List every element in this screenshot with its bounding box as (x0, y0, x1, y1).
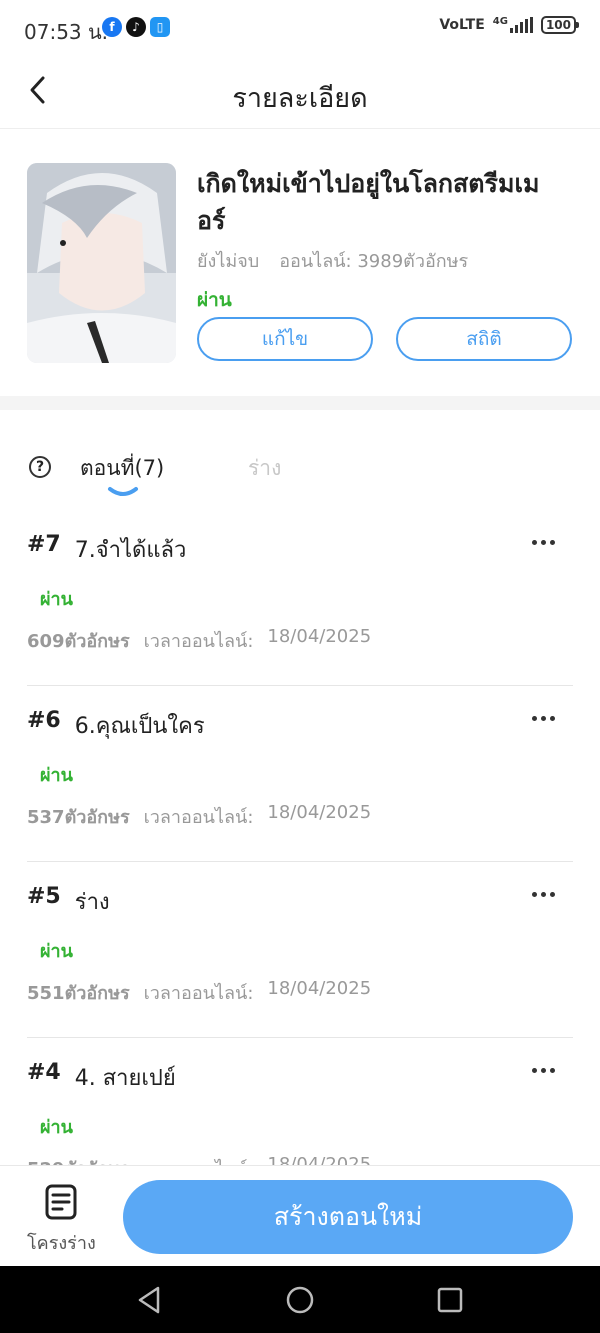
book-status: ยังไม่จบ (197, 251, 260, 272)
bottom-action-bar: โครงร่าง สร้างตอนใหม่ (0, 1165, 600, 1267)
tiktok-icon: ♪ (126, 17, 146, 37)
episode-words: 529ตัวอักษร (27, 1154, 130, 1165)
episode-title: ร่าง (74, 890, 110, 915)
episode-words: 537ตัวอักษร (27, 807, 130, 828)
more-icon[interactable] (526, 882, 560, 906)
book-cover[interactable] (27, 163, 176, 363)
signal-icon (509, 17, 533, 33)
episode-date: 18/04/2025 (267, 802, 372, 823)
episode-date: 18/04/2025 (267, 978, 372, 999)
document-icon (45, 1184, 77, 1220)
volte-label: VoLTE (439, 17, 485, 33)
book-meta: ยังไม่จบ ออนไลน์: 3989ตัวอักษร (197, 246, 468, 275)
review-status: ผ่าน (197, 289, 232, 311)
book-title: เกิดใหม่เข้าไปอยู่ในโลกสตรีมเมอร์ (197, 169, 540, 235)
list-item[interactable]: #4 4. สายเปย์ ผ่าน 529ตัวอักษร เวลาออนไล… (0, 1038, 600, 1165)
list-item[interactable]: #6 6.คุณเป็นใคร ผ่าน 537ตัวอักษร เวลาออน… (0, 686, 600, 862)
episode-date: 18/04/2025 (267, 1154, 372, 1165)
episode-words: 609ตัวอักษร (27, 631, 130, 652)
battery-level: 100 (545, 18, 571, 32)
outline-button[interactable]: โครงร่าง (22, 1182, 102, 1254)
more-icon[interactable] (526, 1058, 560, 1082)
network-type: 4G (492, 15, 508, 27)
episode-date: 18/04/2025 (267, 626, 372, 647)
episode-number: #4 (27, 1060, 61, 1085)
app-header: รายละเอียด (0, 56, 600, 129)
app-notification-icon: ▯ (150, 17, 170, 37)
episode-title: 6.คุณเป็นใคร (74, 714, 205, 739)
stats-button[interactable]: สถิติ (396, 317, 572, 361)
facebook-icon: f (102, 17, 122, 37)
book-online-words: ออนไลน์: 3989ตัวอักษร (279, 251, 469, 272)
question-circle-icon[interactable]: ? (29, 456, 51, 478)
episode-time-label: เวลาออนไลน์: (144, 1154, 254, 1165)
episode-time-label: เวลาออนไลน์: (143, 807, 254, 828)
circle-home-icon[interactable] (284, 1284, 316, 1316)
episode-number: #6 (27, 708, 61, 733)
episode-title: 4. สายเปย์ (74, 1066, 176, 1091)
create-episode-button[interactable]: สร้างตอนใหม่ (123, 1180, 573, 1254)
system-nav-bar (0, 1266, 600, 1333)
status-time: 07:53 น. (24, 20, 109, 44)
square-recent-icon[interactable] (434, 1284, 466, 1316)
episode-time-label: เวลาออนไลน์: (143, 631, 254, 652)
status-right: VoLTE 4G 100 (439, 15, 580, 34)
episode-time-label: เวลาออนไลน์: (143, 983, 254, 1004)
tab-drafts[interactable]: ร่าง (248, 452, 281, 485)
list-item[interactable]: #7 7.จำได้แล้ว ผ่าน 609ตัวอักษร เวลาออนไ… (0, 510, 600, 686)
page-title: รายละเอียด (232, 83, 368, 114)
episode-status: ผ่าน (40, 941, 73, 962)
episode-status: ผ่าน (40, 589, 73, 610)
book-info: เกิดใหม่เข้าไปอยู่ในโลกสตรีมเมอร์ ยังไม่… (0, 129, 600, 395)
status-bar: 07:53 น. f ♪ ▯ VoLTE 4G 100 (0, 0, 600, 56)
episode-title: 7.จำได้แล้ว (74, 538, 187, 563)
episode-list: #7 7.จำได้แล้ว ผ่าน 609ตัวอักษร เวลาออนไ… (0, 510, 600, 1165)
episode-status: ผ่าน (40, 765, 73, 786)
battery-icon: 100 (540, 16, 580, 34)
episode-number: #7 (27, 532, 61, 557)
section-divider (0, 396, 600, 410)
episode-words: 551ตัวอักษร (27, 983, 130, 1004)
outline-label: โครงร่าง (27, 1233, 96, 1254)
tabs: ? ตอนที่(7) ร่าง (0, 440, 600, 506)
notification-icons: f ♪ ▯ (102, 17, 170, 37)
more-icon[interactable] (526, 706, 560, 730)
triangle-back-icon[interactable] (134, 1284, 166, 1316)
list-item[interactable]: #5 ร่าง ผ่าน 551ตัวอักษร เวลาออนไลน์: 18… (0, 862, 600, 1038)
tab-episodes[interactable]: ตอนที่(7) (80, 452, 164, 485)
episode-status: ผ่าน (40, 1117, 73, 1138)
edit-button[interactable]: แก้ไข (197, 317, 373, 361)
episode-number: #5 (27, 884, 61, 909)
tab-active-indicator (108, 487, 138, 496)
more-icon[interactable] (526, 530, 560, 554)
